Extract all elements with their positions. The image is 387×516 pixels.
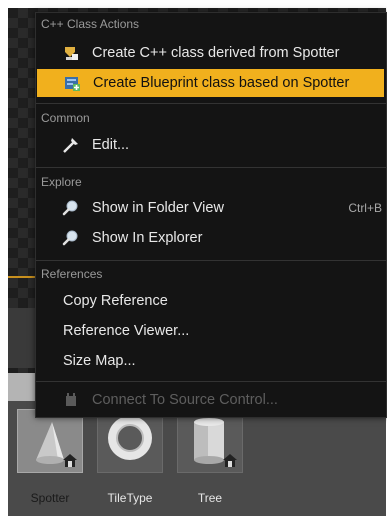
menu-item-create-blueprint-class[interactable]: Create Blueprint class based on Spotter — [37, 69, 384, 97]
menu-separator — [36, 260, 386, 261]
menu-item-edit[interactable]: Edit... — [36, 131, 386, 159]
menu-separator — [36, 167, 386, 168]
edit-icon — [63, 138, 78, 153]
menu-item-label: Show In Explorer — [92, 230, 203, 246]
menu-item-label: Copy Reference — [63, 293, 168, 309]
asset-label: Tree — [197, 491, 223, 505]
menu-item-label: Reference Viewer... — [63, 323, 190, 339]
menu-separator — [36, 381, 386, 382]
asset-label: Spotter — [30, 491, 70, 505]
menu-item-connect-source-control: Connect To Source Control... — [36, 386, 386, 414]
menu-item-create-cpp-class[interactable]: Create C++ class derived from Spotter — [36, 39, 386, 67]
cpp-class-icon — [65, 47, 78, 60]
source-control-icon — [66, 393, 76, 406]
asset-tree[interactable]: Tree — [176, 409, 244, 505]
search-icon — [62, 200, 78, 216]
section-header-explore: Explore — [41, 175, 82, 189]
house-icon — [63, 454, 77, 467]
menu-item-label: Connect To Source Control... — [92, 392, 278, 408]
menu-item-label: Edit... — [92, 137, 130, 153]
section-header-references: References — [41, 267, 103, 281]
menu-item-shortcut: Ctrl+B — [348, 201, 382, 215]
menu-item-size-map[interactable]: Size Map... — [36, 347, 386, 375]
section-header-common: Common — [41, 111, 90, 125]
asset-thumbnail[interactable] — [177, 409, 243, 473]
menu-separator — [36, 103, 386, 104]
menu-item-reference-viewer[interactable]: Reference Viewer... — [36, 317, 386, 345]
asset-tiletype[interactable]: TileType — [96, 409, 164, 505]
blueprint-class-icon — [65, 77, 80, 91]
search-icon — [62, 230, 78, 246]
content-browser: Spotter TileType Tree — [8, 401, 386, 516]
asset-thumbnail[interactable] — [97, 409, 163, 473]
menu-item-show-in-folder-view[interactable]: Show in Folder View Ctrl+B — [36, 194, 386, 222]
asset-label: TileType — [107, 491, 153, 505]
asset-thumbnail[interactable] — [17, 409, 83, 473]
context-menu: C++ Class Actions Create C++ class deriv… — [35, 12, 387, 418]
menu-item-copy-reference[interactable]: Copy Reference — [36, 287, 386, 315]
section-header-cpp: C++ Class Actions — [41, 17, 140, 31]
house-icon — [223, 454, 237, 467]
menu-item-label: Create C++ class derived from Spotter — [92, 45, 340, 61]
menu-item-show-in-explorer[interactable]: Show In Explorer — [36, 224, 386, 252]
torus-icon — [108, 416, 152, 460]
asset-spotter[interactable]: Spotter — [12, 403, 88, 516]
menu-item-label: Show in Folder View — [92, 200, 224, 216]
menu-item-label: Size Map... — [63, 353, 136, 369]
menu-item-label: Create Blueprint class based on Spotter — [93, 75, 350, 91]
